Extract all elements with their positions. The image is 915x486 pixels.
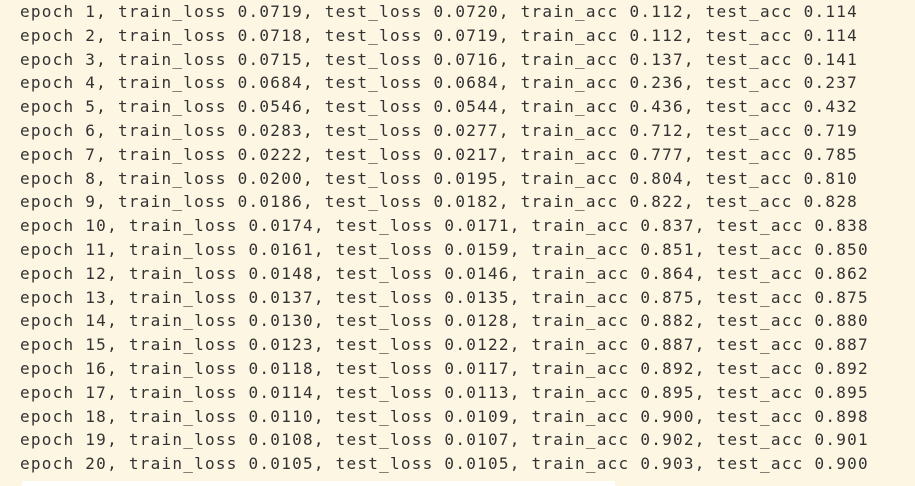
log-line: epoch 9, train_loss 0.0186, test_loss 0.…	[20, 192, 858, 212]
log-line: epoch 20, train_loss 0.0105, test_loss 0…	[20, 454, 869, 474]
log-line: epoch 4, train_loss 0.0684, test_loss 0.…	[20, 73, 858, 93]
log-line: epoch 17, train_loss 0.0114, test_loss 0…	[20, 382, 869, 402]
log-line: epoch 13, train_loss 0.0137, test_loss 0…	[20, 287, 869, 307]
log-line: epoch 10, train_loss 0.0174, test_loss 0…	[20, 216, 869, 236]
log-line: epoch 19, train_loss 0.0108, test_loss 0…	[20, 430, 869, 450]
log-line: epoch 12, train_loss 0.0148, test_loss 0…	[20, 263, 869, 283]
log-line: epoch 3, train_loss 0.0715, test_loss 0.…	[20, 49, 858, 69]
log-line: epoch 14, train_loss 0.0130, test_loss 0…	[20, 311, 869, 331]
log-line: epoch 5, train_loss 0.0546, test_loss 0.…	[20, 97, 858, 117]
log-line: epoch 8, train_loss 0.0200, test_loss 0.…	[20, 168, 858, 188]
log-line: epoch 1, train_loss 0.0719, test_loss 0.…	[20, 2, 858, 21]
log-line: epoch 15, train_loss 0.0123, test_loss 0…	[20, 335, 869, 355]
log-line: epoch 2, train_loss 0.0718, test_loss 0.…	[20, 25, 858, 45]
log-line: epoch 6, train_loss 0.0283, test_loss 0.…	[20, 120, 858, 140]
log-line: epoch 7, train_loss 0.0222, test_loss 0.…	[20, 144, 858, 164]
log-line: epoch 16, train_loss 0.0118, test_loss 0…	[20, 358, 869, 378]
log-line: epoch 18, train_loss 0.0110, test_loss 0…	[20, 406, 869, 426]
training-log-output: epoch 1, train_loss 0.0719, test_loss 0.…	[20, 0, 869, 476]
horizontal-scrollbar[interactable]	[22, 481, 615, 486]
log-line: epoch 11, train_loss 0.0161, test_loss 0…	[20, 239, 869, 259]
